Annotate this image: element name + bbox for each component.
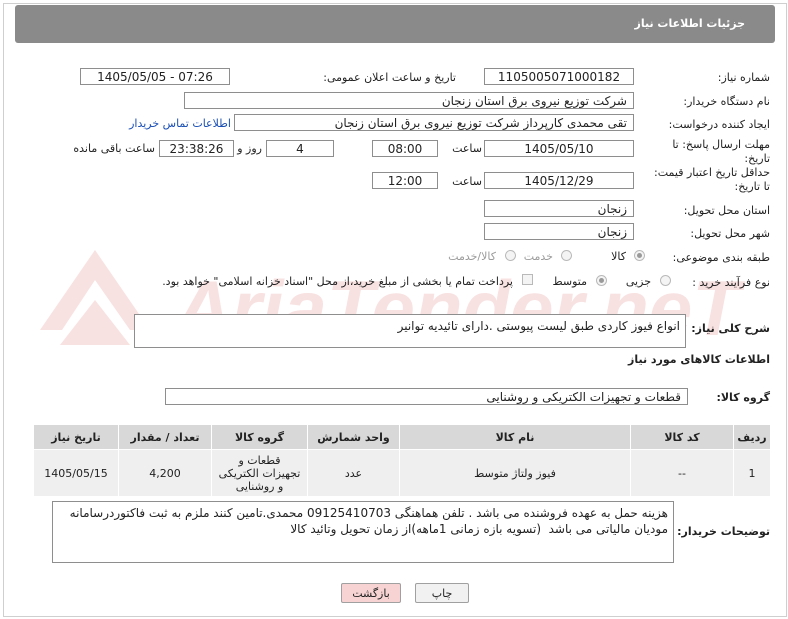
city-label: شهر محل تحویل: bbox=[690, 227, 770, 240]
process-radio-minor[interactable] bbox=[660, 275, 671, 286]
province-label: استان محل تحویل: bbox=[683, 204, 770, 217]
goods-group-field: قطعات و تجهیزات الکتریکی و روشنایی bbox=[165, 388, 688, 405]
deadline-time-label: ساعت bbox=[452, 142, 482, 155]
cell-name: فیوز ولتاژ متوسط bbox=[399, 449, 631, 497]
buyer-notes-textarea[interactable]: هزینه حمل به عهده فروشنده می باشد . تلفن… bbox=[52, 501, 674, 563]
validity-time-label: ساعت bbox=[452, 175, 482, 188]
buyer-contact-link[interactable]: اطلاعات تماس خریدار bbox=[129, 117, 231, 130]
deadline-time-field: 08:00 bbox=[372, 140, 438, 157]
days-label: روز و bbox=[237, 142, 262, 155]
buyer-org-field: شرکت توزیع نیروی برق استان زنجان bbox=[184, 92, 634, 109]
remaining-time-field: 23:38:26 bbox=[159, 140, 234, 157]
validity-label: حداقل تاریخ اعتبار قیمت: bbox=[654, 166, 770, 179]
col-header-qty: تعداد / مقدار bbox=[118, 424, 212, 450]
days-field: 4 bbox=[266, 140, 334, 157]
need-number-field: 1105005071000182 bbox=[484, 68, 634, 85]
buyer-org-label: نام دستگاه خریدار: bbox=[683, 95, 770, 108]
cell-qty: 4,200 bbox=[118, 449, 212, 497]
category-radio-service[interactable] bbox=[561, 250, 572, 261]
back-button[interactable]: بازگشت bbox=[341, 583, 401, 603]
category-option-goods-service: کالا/خدمت bbox=[448, 250, 496, 263]
validity-time-field: 12:00 bbox=[372, 172, 438, 189]
goods-info-title: اطلاعات کالاهای مورد نیاز bbox=[628, 353, 770, 366]
validity-date-field: 1405/12/29 bbox=[484, 172, 634, 189]
col-header-code: کد کالا bbox=[630, 424, 734, 450]
cell-unit: عدد bbox=[307, 449, 400, 497]
announce-label: تاریخ و ساعت اعلان عمومی: bbox=[323, 71, 456, 84]
need-number-label: شماره نیاز: bbox=[717, 71, 770, 84]
page-title: جزئیات اطلاعات نیاز bbox=[634, 17, 746, 30]
cell-date: 1405/05/15 bbox=[33, 449, 119, 497]
process-option-minor: جزیی bbox=[625, 275, 651, 288]
col-header-date: تاریخ نیاز bbox=[33, 424, 119, 450]
description-label: شرح کلی نیاز: bbox=[691, 322, 770, 335]
requester-field: تقی محمدی کارپرداز شرکت توزیع نیروی برق … bbox=[234, 114, 634, 131]
treasury-payment-note: پرداخت تمام یا بخشی از مبلغ خرید،از محل … bbox=[162, 275, 513, 288]
cell-row-number: 1 bbox=[733, 449, 771, 497]
col-header-group: گروه کالا bbox=[211, 424, 308, 450]
print-button[interactable]: چاپ bbox=[415, 583, 469, 603]
city-field: زنجان bbox=[484, 223, 634, 240]
cell-group: قطعات و تجهیزات الکتریکی و روشنایی bbox=[211, 449, 308, 497]
remaining-time-label: ساعت باقی مانده bbox=[73, 142, 155, 155]
table-header-row: ردیف کد کالا نام کالا واحد شمارش گروه کا… bbox=[33, 424, 771, 450]
cell-code: -- bbox=[630, 449, 734, 497]
process-label: نوع فرآیند خرید : bbox=[692, 276, 770, 289]
title-bar: جزئیات اطلاعات نیاز bbox=[15, 5, 775, 43]
category-radio-goods-service[interactable] bbox=[505, 250, 516, 261]
col-header-row-number: ردیف bbox=[733, 424, 771, 450]
description-textarea[interactable]: انواع فیوز کاردی طبق لیست پیوستی .دارای … bbox=[134, 314, 686, 348]
deadline-label-2: تاریخ: bbox=[744, 152, 770, 165]
goods-group-label: گروه کالا: bbox=[716, 391, 770, 404]
process-option-medium: متوسط bbox=[552, 275, 587, 288]
category-option-goods: کالا bbox=[611, 250, 626, 263]
category-label: طبقه بندی موضوعی: bbox=[672, 251, 770, 264]
validity-label-2: تا تاریخ: bbox=[734, 180, 770, 193]
table-row[interactable]: 1 -- فیوز ولتاژ متوسط عدد قطعات و تجهیزا… bbox=[33, 449, 771, 497]
deadline-date-field: 1405/05/10 bbox=[484, 140, 634, 157]
buyer-notes-label: توضیحات خریدار: bbox=[677, 525, 770, 538]
col-header-name: نام کالا bbox=[399, 424, 631, 450]
province-field: زنجان bbox=[484, 200, 634, 217]
category-option-service: خدمت bbox=[523, 250, 553, 263]
deadline-label: مهلت ارسال پاسخ: تا bbox=[672, 138, 770, 151]
category-radio-goods[interactable] bbox=[634, 250, 645, 261]
col-header-unit: واحد شمارش bbox=[307, 424, 400, 450]
process-radio-medium[interactable] bbox=[596, 275, 607, 286]
goods-table: ردیف کد کالا نام کالا واحد شمارش گروه کا… bbox=[33, 424, 771, 497]
treasury-payment-checkbox[interactable] bbox=[522, 274, 533, 285]
requester-label: ایجاد کننده درخواست: bbox=[668, 118, 770, 131]
announce-date-field: 1405/05/05 - 07:26 bbox=[80, 68, 230, 85]
